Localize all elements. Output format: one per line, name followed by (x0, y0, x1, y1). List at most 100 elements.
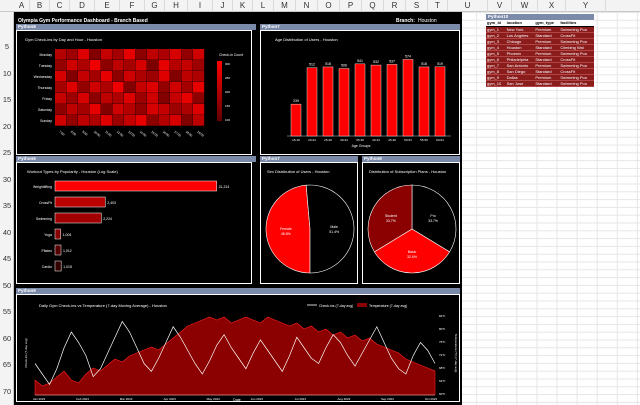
column-header[interactable]: V (488, 0, 512, 12)
row-header[interactable]: 15 (0, 95, 14, 104)
heatmap-cell (55, 115, 67, 126)
table-cell[interactable]: Standard (534, 80, 560, 87)
heatmap-cell (66, 115, 78, 126)
row-header[interactable]: 30 (0, 175, 14, 184)
heatmap-cell (193, 93, 205, 104)
heatmap-cell (135, 71, 147, 82)
line-right-tick: 68°F (439, 366, 446, 370)
row-header[interactable]: 10 (0, 69, 14, 78)
column-header[interactable]: E (95, 0, 120, 12)
column-header[interactable]: Q (362, 0, 384, 12)
column-header[interactable]: A (14, 0, 30, 12)
column-header[interactable]: T (428, 0, 448, 12)
heatmap-cell (193, 82, 205, 93)
workout-bar (54, 260, 62, 272)
column-header[interactable]: F (120, 0, 145, 12)
table-cell[interactable]: gym_10 (486, 80, 506, 87)
subscription-panel[interactable]: Distribution of Subscription Plans - Hou… (362, 162, 460, 284)
heatmap-cell (55, 49, 67, 60)
column-header[interactable]: O (318, 0, 340, 12)
line-month-label: Jul 2023 (295, 397, 307, 401)
colorbar-step (217, 113, 222, 116)
column-header[interactable]: L (253, 0, 274, 12)
subscription-slice-pct: 32.6% (407, 255, 417, 259)
age-tick-label: 50-54 (404, 138, 412, 142)
column-header[interactable]: G (145, 0, 165, 12)
colorbar-step (217, 82, 222, 84)
row-header[interactable]: 50 (0, 281, 14, 290)
locations-table[interactable]: gym_id location gym_type facilities gym_1 Ne… (486, 20, 594, 87)
age-bar (354, 63, 366, 137)
heatmap-cell (66, 82, 78, 93)
column-header[interactable]: H (165, 0, 188, 12)
row-header[interactable]: 40 (0, 228, 14, 237)
column-header[interactable]: P (340, 0, 362, 12)
row-header[interactable]: 45 (0, 254, 14, 263)
heatmap-hour-label: 13:00 (127, 130, 136, 138)
column-header-bar: ABCDEFGHIJKLMNOPQRSTUVWXY (0, 0, 640, 12)
workout-type-label: Pilates (41, 249, 52, 253)
workout-value-label: 2,224 (103, 217, 112, 221)
column-header[interactable]: U (448, 0, 488, 12)
age-bar (418, 66, 430, 137)
row-header[interactable]: 60 (0, 334, 14, 343)
row-header[interactable]: 20 (0, 122, 14, 131)
colorbar-label: Check-in Count (219, 53, 243, 57)
age-tick-label: 25-29 (324, 138, 332, 142)
colorbar-step (217, 110, 222, 113)
heatmap-cell (124, 60, 136, 71)
row-header[interactable]: 35 (0, 201, 14, 210)
workout-panel[interactable]: Workout Types by Popularity - Houston (L… (16, 162, 252, 284)
line-right-tick: 60°F (439, 392, 446, 396)
heatmap-cell (170, 104, 182, 115)
colorbar-tick: 100 (225, 118, 230, 122)
heatmap-day-label: Saturday (38, 108, 52, 112)
column-header[interactable]: M (274, 0, 296, 12)
heatmap-hour-label: 11:00 (104, 130, 112, 138)
colorbar-step (217, 106, 222, 108)
column-header[interactable]: D (70, 0, 95, 12)
colorbar-step (217, 115, 222, 117)
column-header[interactable]: I (188, 0, 213, 12)
gender-slice-name: Male (330, 225, 338, 229)
column-header[interactable]: K (233, 0, 253, 12)
heatmap-panel[interactable]: Gym Check-ins by Day and Hour - Houston M… (16, 30, 252, 155)
row-header[interactable]: 65 (0, 360, 14, 369)
column-header[interactable]: R (384, 0, 406, 12)
colorbar-step (217, 97, 222, 99)
heatmap-cell (147, 71, 159, 82)
colorbar-step (217, 65, 222, 68)
age-bar-label: 532 (373, 60, 379, 64)
heatmap-cell (101, 60, 113, 71)
column-header[interactable]: J (213, 0, 233, 12)
column-header[interactable]: X (538, 0, 566, 12)
row-header[interactable]: 5 (0, 42, 14, 51)
line-right-tick: 72°F (439, 353, 446, 357)
subscription-slice-name: Student (385, 214, 397, 218)
workout-value-label: 1,004 (63, 233, 72, 237)
row-header-bar: 51015202530354045505560657075 (0, 12, 14, 405)
column-header[interactable]: C (50, 0, 70, 12)
age-panel[interactable]: Age Distribution of Users - Houston 239 15… (260, 30, 460, 155)
colorbar-step (217, 92, 222, 95)
dashboard-area: Olympia Gym Performance Dashboard - Bran… (14, 12, 462, 405)
row-header[interactable]: 55 (0, 307, 14, 316)
column-header[interactable]: N (296, 0, 318, 12)
gender-slice-pct: 48.6% (281, 232, 291, 236)
table-cell[interactable]: Swimming Poo (559, 80, 594, 87)
column-header[interactable]: Y (566, 0, 606, 12)
line-panel[interactable]: Daily Gym Check-ins vs Temperature (7-da… (16, 294, 460, 402)
table-row[interactable]: gym_10 San Jose Standard Swimming Poo (486, 80, 594, 87)
colorbar-step (217, 107, 222, 110)
table-cell[interactable]: San Jose (505, 80, 535, 87)
gender-panel[interactable]: Sex Distribution of Users - Houston Femal… (260, 162, 358, 284)
column-header[interactable]: S (406, 0, 428, 12)
row-header[interactable]: 25 (0, 148, 14, 157)
colorbar-tick: 300 (225, 62, 230, 66)
line-month-label: Aug 2023 (337, 397, 350, 401)
column-header[interactable]: W (512, 0, 538, 12)
workout-value-label: 1,012 (63, 249, 72, 253)
row-header[interactable]: 70 (0, 387, 14, 396)
column-header[interactable]: B (30, 0, 50, 12)
workout-bar (54, 228, 61, 240)
